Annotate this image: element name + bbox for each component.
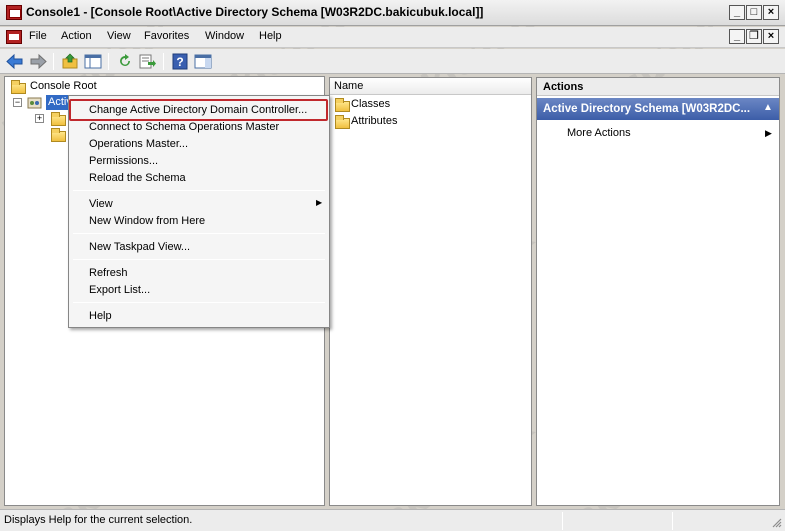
menu-separator [73,233,325,234]
status-text: Displays Help for the current selection. [4,514,193,526]
svg-text:?: ? [176,55,183,69]
toolbar-separator [163,53,164,70]
menu-item-permissions[interactable]: Permissions... [71,153,327,170]
up-folder-icon[interactable] [60,52,80,71]
list-item-classes[interactable]: Classes [351,98,390,110]
menu-file[interactable]: File [29,30,47,42]
folder-icon[interactable] [51,112,66,126]
tree-item-console-root[interactable]: Console Root [30,80,97,92]
highlight-box [69,99,328,121]
menu-item-connect-schema-master[interactable]: Connect to Schema Operations Master [71,119,327,136]
child-restore-button[interactable]: ❐ [746,29,762,44]
menu-item-new-window[interactable]: New Window from Here [71,213,327,230]
show-hide-tree-icon[interactable] [83,52,103,71]
collapse-chevron-icon[interactable]: ▲ [763,102,773,113]
menu-window[interactable]: Window [205,30,244,42]
menu-item-view[interactable]: View [71,196,327,213]
back-icon[interactable] [5,52,25,71]
context-menu: Change Active Directory Domain Controlle… [68,95,330,328]
actions-header: Actions [543,81,584,93]
menu-action[interactable]: Action [61,30,92,42]
actions-section-title: Active Directory Schema [W03R2DC... [543,103,751,115]
submenu-arrow-icon: ▶ [316,198,323,207]
menu-help[interactable]: Help [259,30,282,42]
refresh-icon[interactable] [115,52,135,71]
toolbar-separator [53,53,54,70]
menu-item-export-list[interactable]: Export List... [71,282,327,299]
tree-collapse-toggle[interactable]: − [13,98,22,107]
minimize-button[interactable]: _ [729,5,745,20]
menu-item-new-taskpad-view[interactable]: New Taskpad View... [71,239,327,256]
help-icon[interactable]: ? [170,52,190,71]
menu-separator [73,190,325,191]
folder-icon [335,98,350,112]
actions-header-bar: Actions [537,78,779,96]
child-minimize-button[interactable]: _ [729,29,745,44]
submenu-arrow-icon[interactable]: ▶ [765,128,772,139]
menu-favorites[interactable]: Favorites [144,30,189,42]
close-button[interactable]: × [763,5,779,20]
toolbar-separator [108,53,109,70]
status-separator [672,512,673,530]
resize-grip-icon[interactable] [770,516,782,528]
menu-bar: File Action View Favorites Window Help _… [0,27,785,48]
results-pane[interactable]: Name Classes Attributes [329,77,532,506]
child-close-button[interactable]: × [763,29,779,44]
mmc-app-icon[interactable] [6,5,22,20]
schema-snapin-icon [27,97,42,109]
tree-expand-toggle[interactable]: + [35,114,44,123]
show-hide-action-pane-icon[interactable] [193,52,213,71]
menu-item-refresh[interactable]: Refresh [71,265,327,282]
actions-section-header[interactable]: Active Directory Schema [W03R2DC... [537,98,779,120]
more-actions-item[interactable]: More Actions [567,127,631,139]
toolbar: ? [0,49,785,74]
menu-item-reload-schema[interactable]: Reload the Schema [71,170,327,187]
maximize-button[interactable]: □ [746,5,762,20]
export-list-icon[interactable] [138,52,158,71]
console-icon[interactable] [6,30,22,44]
menu-separator [73,302,325,303]
actions-pane[interactable]: Actions Active Directory Schema [W03R2DC… [536,77,780,506]
folder-icon[interactable] [51,128,66,142]
menu-view[interactable]: View [107,30,131,42]
title-bar[interactable]: Console1 - [Console Root\Active Director… [0,0,785,26]
folder-icon [335,115,350,129]
menu-item-operations-master[interactable]: Operations Master... [71,136,327,153]
status-bar: Displays Help for the current selection. [0,509,785,531]
forward-icon[interactable] [28,52,48,71]
column-header-name[interactable]: Name [330,78,531,95]
menu-separator [73,259,325,260]
list-item-attributes[interactable]: Attributes [351,115,397,127]
status-separator [562,512,563,530]
window-title: Console1 - [Console Root\Active Director… [26,5,484,19]
menu-item-help[interactable]: Help [71,308,327,325]
folder-icon [11,80,26,94]
